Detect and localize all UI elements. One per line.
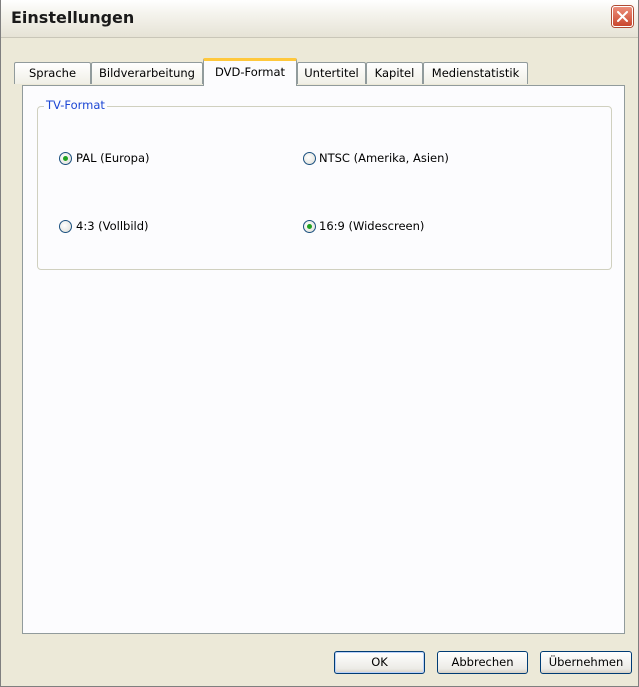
close-icon	[617, 11, 628, 22]
group-legend: TV-Format	[44, 98, 107, 112]
radio-4-3[interactable]	[59, 220, 72, 233]
tab-medienstatistik[interactable]: Medienstatistik	[423, 62, 528, 84]
title-bar[interactable]: Einstellungen	[1, 0, 638, 38]
tab-sprache[interactable]: Sprache	[14, 62, 91, 84]
radio-16-9-label[interactable]: 16:9 (Widescreen)	[319, 219, 424, 233]
ok-button[interactable]: OK	[334, 651, 425, 674]
window-title: Einstellungen	[11, 8, 135, 27]
radio-16-9[interactable]	[303, 220, 316, 233]
apply-button[interactable]: Übernehmen	[540, 651, 632, 674]
radio-pal[interactable]	[59, 152, 72, 165]
radio-4-3-label[interactable]: 4:3 (Vollbild)	[76, 219, 149, 233]
tab-dvd-format[interactable]: DVD-Format	[203, 58, 297, 86]
tab-bildverarbeitung[interactable]: Bildverarbeitung	[91, 62, 203, 84]
tab-kapitel[interactable]: Kapitel	[366, 62, 423, 84]
tab-panel-dvd-format: TV-Format PAL (Europa) NTSC (Amerika, As…	[22, 85, 625, 634]
radio-ntsc[interactable]	[303, 152, 316, 165]
settings-dialog: Einstellungen Sprache Bildverarbeitung D…	[0, 0, 639, 687]
close-button[interactable]	[612, 6, 633, 27]
radio-ntsc-label[interactable]: NTSC (Amerika, Asien)	[319, 151, 449, 165]
radio-pal-label[interactable]: PAL (Europa)	[76, 151, 150, 165]
cancel-button[interactable]: Abbrechen	[437, 651, 528, 674]
tv-format-group: TV-Format PAL (Europa) NTSC (Amerika, As…	[37, 98, 612, 270]
tab-untertitel[interactable]: Untertitel	[297, 62, 366, 84]
